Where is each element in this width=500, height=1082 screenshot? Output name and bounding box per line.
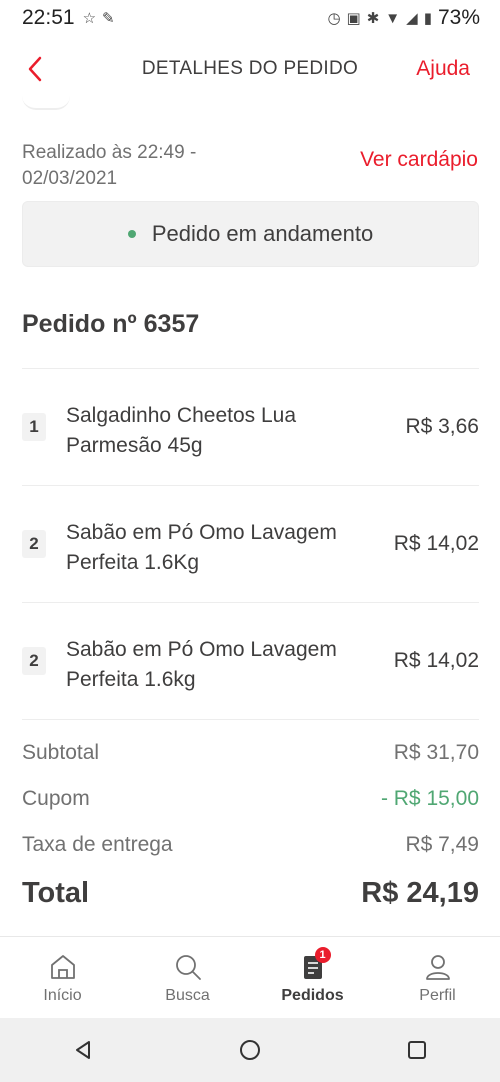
top-header: DETALHES DO PEDIDO Ajuda xyxy=(0,44,500,96)
item-name: Sabão em Pó Omo Lavagem Perfeita 1.6Kg xyxy=(66,521,337,574)
item-price: R$ 14,02 xyxy=(393,532,479,555)
view-menu-link[interactable]: Ver cardápio xyxy=(360,148,478,172)
coupon-label: Cupom xyxy=(22,787,90,810)
square-recents-icon xyxy=(407,1041,426,1059)
tab-label: Início xyxy=(43,987,82,1004)
item-quantity: 1 xyxy=(22,413,46,441)
nav-recents-button[interactable] xyxy=(397,1030,437,1070)
delivery-fee-label: Taxa de entrega xyxy=(22,833,173,856)
subtotal-row: Subtotal R$ 31,70 xyxy=(22,733,479,779)
status-dot-icon xyxy=(127,230,136,238)
tab-label: Busca xyxy=(165,987,210,1004)
order-date: Realizado às 22:49 - 02/03/2021 xyxy=(22,140,272,192)
list-item: 2 Sabão em Pó Omo Lavagem Perfeita 1.6Kg… xyxy=(22,486,479,603)
order-date-line2: 02/03/2021 xyxy=(22,168,118,189)
battery-icon: ▮ xyxy=(423,10,432,27)
system-icons: ◷ ▣ ✱ ▼ ◢ ▮ 73% xyxy=(327,6,480,30)
briefcase-icon: ▣ xyxy=(346,10,361,27)
help-link[interactable]: Ajuda xyxy=(416,57,470,81)
tab-busca[interactable]: Busca xyxy=(125,937,250,1018)
circle-home-icon xyxy=(239,1040,260,1060)
orders-icon: 1 xyxy=(297,947,331,983)
item-price: R$ 14,02 xyxy=(393,649,479,672)
coupon-row: Cupom - R$ 15,00 xyxy=(22,779,479,825)
list-item: 1 Salgadinho Cheetos Lua Parmesão 45g R$… xyxy=(22,369,479,486)
notification-icons: ☆ ✎ xyxy=(83,9,115,27)
order-summary: Subtotal R$ 31,70 Cupom - R$ 15,00 Taxa … xyxy=(22,733,479,921)
order-number: Pedido nº 6357 xyxy=(22,310,200,338)
subtotal-label: Subtotal xyxy=(22,741,100,764)
signal-icon: ◢ xyxy=(406,10,418,27)
bluetooth-icon: ✱ xyxy=(366,10,380,27)
coupon-value: - R$ 15,00 xyxy=(380,787,479,810)
triangle-back-icon xyxy=(76,1041,91,1059)
status-time: 22:51 xyxy=(22,6,75,29)
home-icon xyxy=(47,951,79,983)
order-date-line1: Realizado às 22:49 - xyxy=(22,142,197,163)
wifi-icon: ▼ xyxy=(385,9,401,27)
total-value: R$ 24,19 xyxy=(361,877,479,909)
order-items-list: 1 Salgadinho Cheetos Lua Parmesão 45g R$… xyxy=(22,368,479,720)
star-icon: ☆ xyxy=(82,10,97,27)
item-name: Sabão em Pó Omo Lavagem Perfeita 1.6kg xyxy=(66,638,337,691)
tab-label: Pedidos xyxy=(281,987,344,1004)
orders-badge: 1 xyxy=(314,947,331,963)
list-item: 2 Sabão em Pó Omo Lavagem Perfeita 1.6kg… xyxy=(22,603,479,720)
tab-perfil[interactable]: Perfil xyxy=(375,937,500,1018)
app-notification-icon: ✎ xyxy=(102,10,115,27)
bottom-tab-bar: Início Busca 1 Pedidos Perfil xyxy=(0,936,500,1018)
subtotal-value: R$ 31,70 xyxy=(393,741,479,764)
item-name: Salgadinho Cheetos Lua Parmesão 45g xyxy=(66,404,297,457)
total-label: Total xyxy=(22,877,90,909)
tab-inicio[interactable]: Início xyxy=(0,937,125,1018)
tab-label: Perfil xyxy=(419,987,456,1004)
alarm-icon: ◷ xyxy=(327,10,341,27)
order-status-card: Pedido em andamento xyxy=(22,201,479,267)
search-icon xyxy=(172,951,204,983)
nav-back-button[interactable] xyxy=(63,1030,103,1070)
item-quantity: 2 xyxy=(22,530,46,558)
store-logo-edge xyxy=(22,96,70,110)
profile-icon xyxy=(422,951,454,983)
item-price: R$ 3,66 xyxy=(405,415,479,438)
delivery-fee-row: Taxa de entrega R$ 7,49 xyxy=(22,825,479,871)
battery-percent: 73% xyxy=(437,6,480,29)
delivery-fee-value: R$ 7,49 xyxy=(405,833,479,856)
status-bar: 22:51 ☆ ✎ ◷ ▣ ✱ ▼ ◢ ▮ 73% xyxy=(0,0,500,36)
tab-pedidos[interactable]: 1 Pedidos xyxy=(250,937,375,1018)
nav-home-button[interactable] xyxy=(230,1030,270,1070)
system-nav-bar xyxy=(0,1018,500,1082)
order-status-text: Pedido em andamento xyxy=(151,221,374,246)
total-row: Total R$ 24,19 xyxy=(22,871,479,921)
item-quantity: 2 xyxy=(22,647,46,675)
